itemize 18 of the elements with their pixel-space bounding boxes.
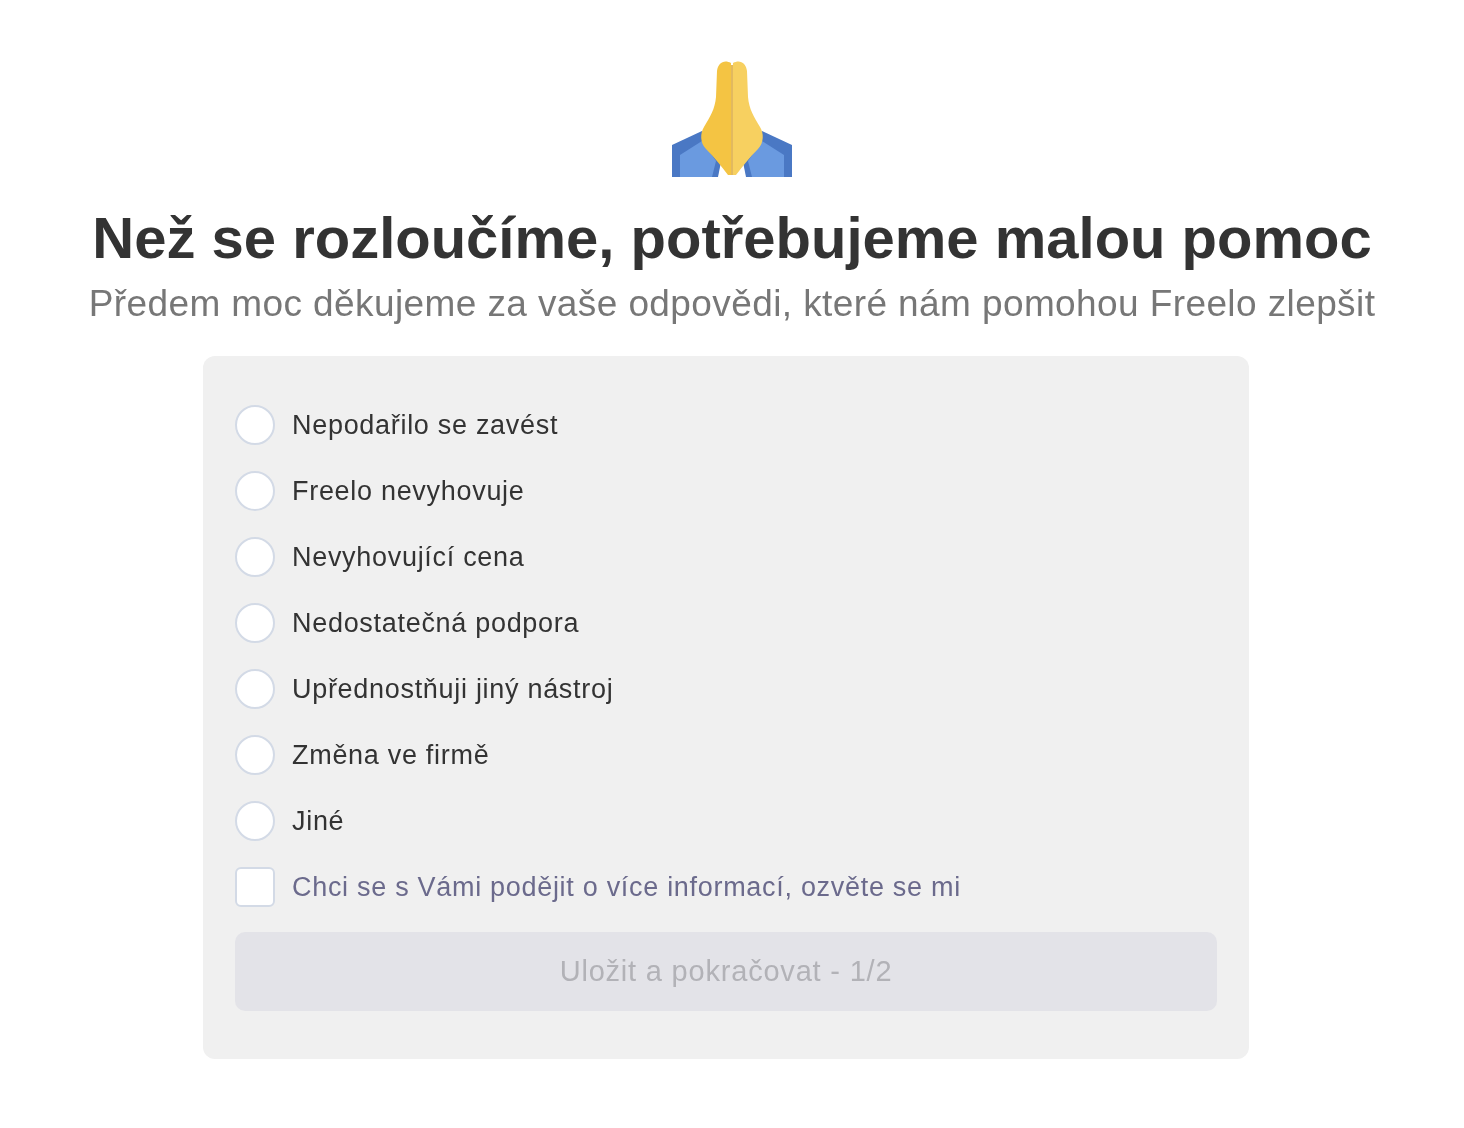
option-label: Nedostatečná podpora — [292, 607, 580, 639]
option-label: Upřednostňuji jiný nástroj — [292, 673, 614, 705]
radio-button[interactable] — [235, 471, 275, 511]
option-label: Nevyhovující cena — [292, 541, 525, 573]
checkbox-label: Chci se s Vámi podějit o více informací, ozvěte se mi — [292, 871, 961, 903]
subtitle: Předem moc děkujeme za vaše odpovědi, které nám pomohou Freelo zlepšit — [88, 282, 1376, 326]
radio-button[interactable] — [235, 405, 275, 445]
checkbox[interactable] — [235, 867, 275, 907]
radio-button[interactable] — [235, 801, 275, 841]
radio-button[interactable] — [235, 537, 275, 577]
option-label: Změna ve firmě — [292, 739, 490, 771]
radio-button[interactable] — [235, 669, 275, 709]
option-label: Freelo nevyhovuje — [292, 475, 525, 507]
radio-button[interactable] — [235, 735, 275, 775]
heading: Než se rozloučíme, potřebujeme malou pomoc — [92, 205, 1372, 271]
radio-button[interactable] — [235, 603, 275, 643]
option-label: Nepodařilo se zavést — [292, 409, 559, 441]
option-label: Jiné — [292, 805, 345, 837]
